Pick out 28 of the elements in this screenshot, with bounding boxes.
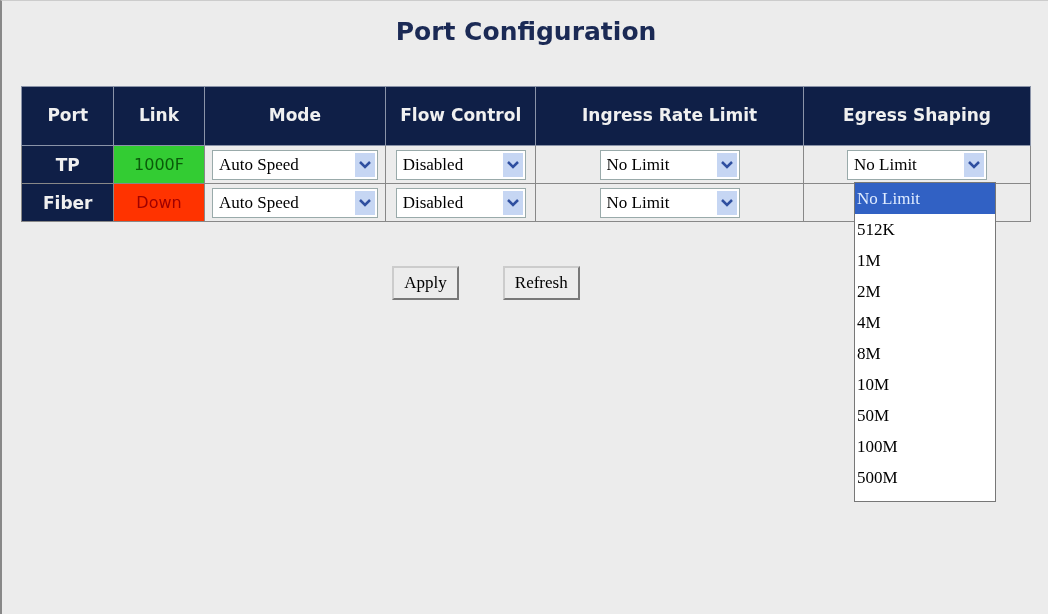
refresh-button[interactable]: Refresh bbox=[502, 266, 580, 300]
caret-icon bbox=[716, 152, 737, 177]
dropdown-select[interactable]: No Limit bbox=[599, 187, 740, 218]
page-title: Port Configuration bbox=[395, 17, 657, 46]
caret-icon bbox=[716, 190, 737, 215]
link-status-cell: 1000F bbox=[113, 145, 205, 184]
apply-button[interactable]: Apply bbox=[392, 266, 459, 300]
column-header: Flow Control bbox=[385, 86, 536, 146]
column-header: Port bbox=[21, 86, 114, 146]
column-header: Link bbox=[113, 86, 205, 146]
caret-icon bbox=[502, 190, 523, 215]
port-cell: Fiber bbox=[21, 183, 114, 222]
link-status-cell: Down bbox=[113, 183, 205, 222]
dropdown-select[interactable]: No Limit bbox=[847, 149, 988, 180]
column-header: Egress Shaping bbox=[803, 86, 1031, 146]
column-header: Mode bbox=[204, 86, 386, 146]
port-cell: TP bbox=[21, 145, 114, 184]
dropdown-option[interactable]: No Limit bbox=[855, 183, 996, 214]
caret-icon bbox=[354, 190, 375, 215]
caret-icon bbox=[354, 152, 375, 177]
caret-icon bbox=[964, 152, 985, 177]
caret-icon bbox=[502, 152, 523, 177]
column-header: Ingress Rate Limit bbox=[535, 86, 804, 146]
dropdown-select[interactable]: Auto Speed bbox=[211, 187, 378, 218]
dropdown-select[interactable]: Disabled bbox=[395, 149, 526, 180]
dropdown-select[interactable]: Disabled bbox=[395, 187, 526, 218]
dropdown-select[interactable]: Auto Speed bbox=[211, 149, 378, 180]
dropdown-select[interactable]: No Limit bbox=[599, 149, 740, 180]
